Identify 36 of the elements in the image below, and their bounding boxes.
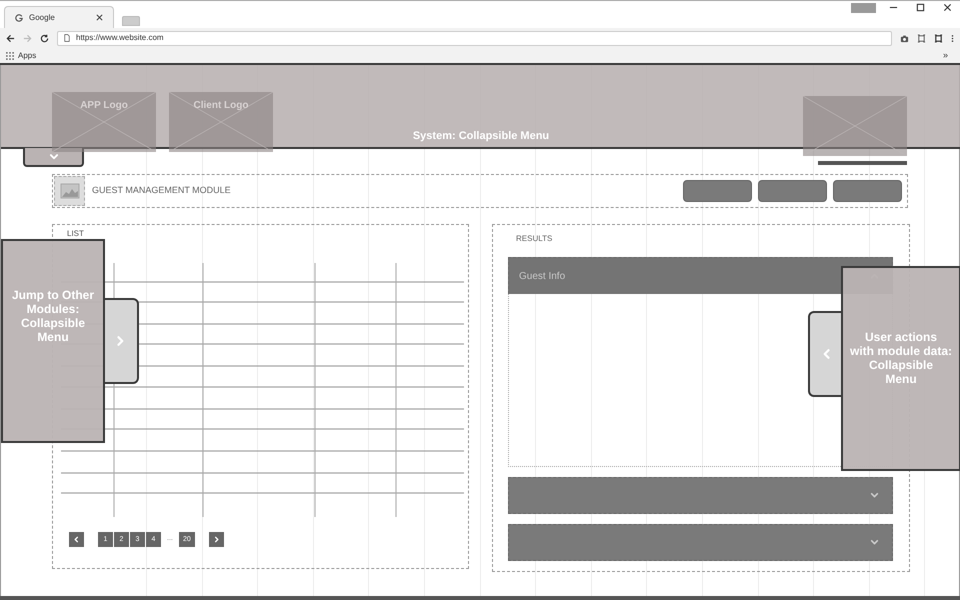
address-field[interactable]: https://www.website.com: [57, 30, 892, 46]
menu-description: Jump to Other Modules: Collapsible Menu: [12, 288, 94, 344]
chevron-down-icon: [48, 152, 58, 162]
next-page-button[interactable]: [208, 532, 224, 547]
back-arrow-icon[interactable]: [6, 34, 15, 42]
apps-grid-icon[interactable]: [6, 52, 14, 60]
menu-toggle-handle[interactable]: [808, 311, 843, 397]
g-logo-icon: [15, 14, 23, 22]
bookmark-link[interactable]: Apps: [18, 50, 36, 62]
maximize-icon[interactable]: [916, 3, 925, 12]
chevron-right-icon: [212, 536, 220, 543]
frame-icon[interactable]: [934, 34, 943, 42]
module-title: GUEST MANAGEMENT MODULE: [92, 184, 231, 198]
chevron-left-icon: [73, 536, 80, 543]
tab-title: Google: [29, 12, 56, 24]
kebab-menu-icon[interactable]: [951, 34, 954, 42]
logo-label: APP Logo: [79, 99, 129, 113]
frame-icon[interactable]: [917, 34, 926, 42]
logo-label: Client Logo: [192, 99, 250, 113]
chevron-down-icon: [870, 491, 879, 500]
camera-icon[interactable]: [900, 34, 909, 42]
bookmarks-overflow[interactable]: »: [942, 48, 954, 62]
menu-description: User actions with module data: Collapsible Menu: [850, 330, 952, 388]
chevron-left-icon: [820, 348, 832, 360]
panel-title: LIST: [67, 228, 85, 240]
band-title: System: Collapsible Menu: [412, 128, 550, 144]
previous-page-button[interactable]: [69, 532, 84, 547]
panel-title: RESULTS: [516, 233, 554, 245]
close-icon[interactable]: [943, 3, 952, 12]
reload-icon[interactable]: [40, 34, 49, 42]
chevron-down-icon: [870, 538, 879, 547]
browser-tab[interactable]: Google: [4, 6, 114, 28]
close-icon[interactable]: [96, 14, 103, 21]
page-icon: [64, 34, 70, 42]
menu-toggle-tab[interactable]: [23, 148, 84, 167]
menu-toggle-handle[interactable]: [103, 298, 139, 384]
